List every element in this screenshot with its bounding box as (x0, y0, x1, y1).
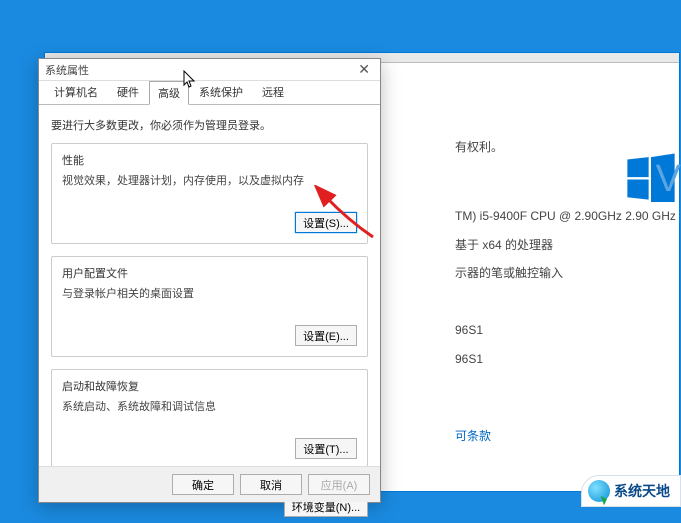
windows-version-letter: V (656, 158, 681, 201)
cancel-button[interactable]: 取消 (240, 474, 302, 495)
dialog-footer: 确定 取消 应用(A) (39, 466, 380, 502)
close-icon[interactable]: ✕ (354, 61, 374, 78)
dialog-title: 系统属性 (45, 62, 89, 78)
startup-recovery-desc: 系统启动、系统故障和调试信息 (62, 398, 357, 414)
performance-desc: 视觉效果，处理器计划，内存使用，以及虚拟内存 (62, 172, 357, 188)
dialog-body: 要进行大多数更改，你必须作为管理员登录。 性能 视觉效果，处理器计划，内存使用，… (39, 105, 380, 490)
dialog-titlebar: 系统属性 ✕ (39, 59, 380, 81)
system-properties-dialog: 系统属性 ✕ 计算机名 硬件 高级 系统保护 远程 要进行大多数更改，你必须作为… (38, 58, 381, 503)
bg-arch: 基于 x64 的处理器 (455, 231, 679, 260)
bg-cpu: TM) i5-9400F CPU @ 2.90GHz 2.90 GHz (455, 202, 679, 231)
user-profile-desc: 与登录帐户相关的桌面设置 (62, 285, 357, 301)
bg-code1: 96S1 (455, 316, 679, 345)
bg-link-terms[interactable]: 可条款 (455, 422, 679, 451)
bg-pen: 示器的笔或触控输入 (455, 259, 679, 288)
tab-computer-name[interactable]: 计算机名 (45, 80, 107, 104)
tabstrip: 计算机名 硬件 高级 系统保护 远程 (39, 81, 380, 105)
user-profile-title: 用户配置文件 (62, 265, 357, 281)
performance-settings-button[interactable]: 设置(S)... (295, 212, 357, 233)
startup-recovery-group: 启动和故障恢复 系统启动、系统故障和调试信息 设置(T)... (51, 369, 368, 470)
tab-advanced[interactable]: 高级 (149, 81, 189, 105)
tab-system-protection[interactable]: 系统保护 (190, 80, 252, 104)
watermark: 系统天地 (581, 475, 681, 507)
watermark-globe-icon (588, 480, 610, 502)
watermark-text: 系统天地 (614, 481, 670, 501)
apply-button[interactable]: 应用(A) (308, 474, 370, 495)
performance-title: 性能 (62, 152, 357, 168)
startup-recovery-settings-button[interactable]: 设置(T)... (295, 438, 357, 459)
startup-recovery-title: 启动和故障恢复 (62, 378, 357, 394)
user-profile-settings-button[interactable]: 设置(E)... (295, 325, 357, 346)
ok-button[interactable]: 确定 (172, 474, 234, 495)
admin-note: 要进行大多数更改，你必须作为管理员登录。 (51, 117, 368, 133)
tab-remote[interactable]: 远程 (253, 80, 293, 104)
performance-group: 性能 视觉效果，处理器计划，内存使用，以及虚拟内存 设置(S)... (51, 143, 368, 244)
tab-hardware[interactable]: 硬件 (108, 80, 148, 104)
user-profile-group: 用户配置文件 与登录帐户相关的桌面设置 设置(E)... (51, 256, 368, 357)
bg-code2: 96S1 (455, 345, 679, 374)
